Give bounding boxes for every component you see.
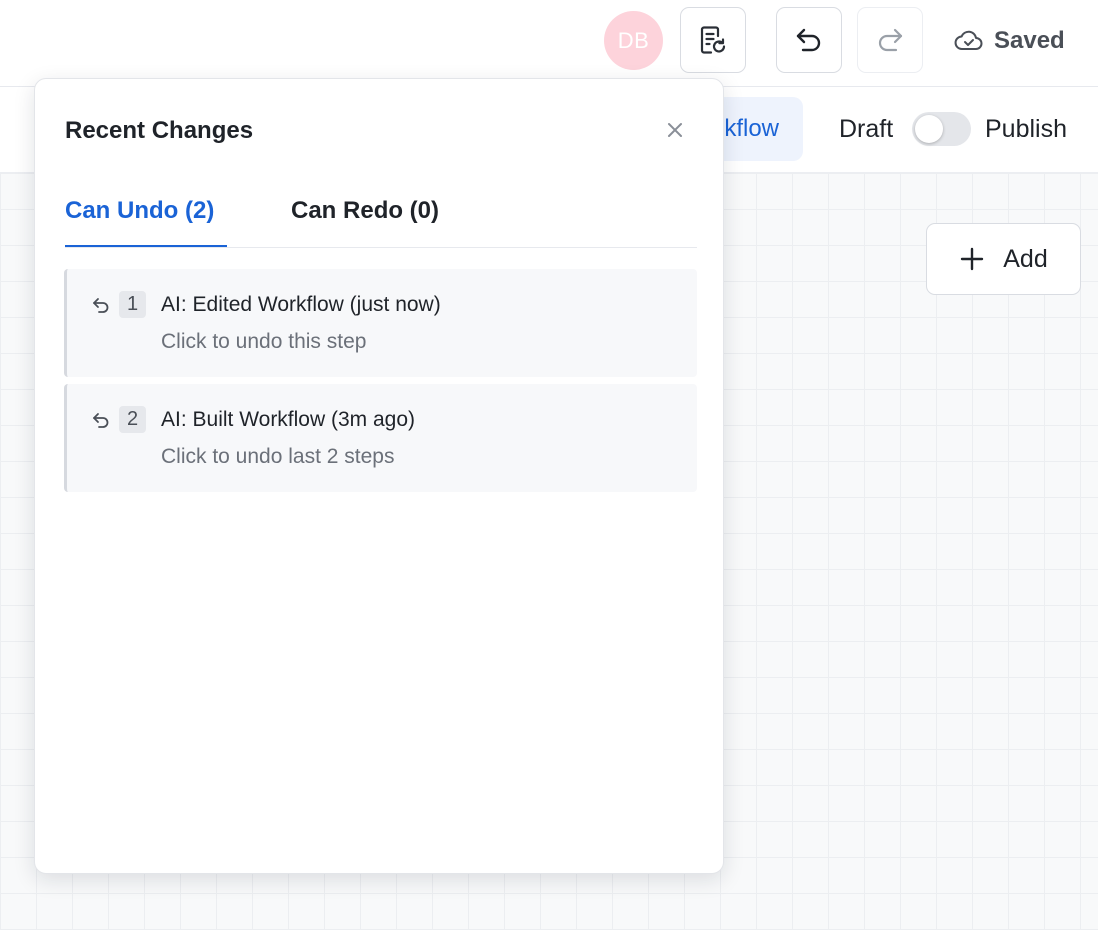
item-subtitle: Click to undo this step [161, 330, 367, 353]
undo-icon [796, 28, 821, 52]
item-title: AI: Built Workflow (3m ago) [161, 408, 416, 431]
redo-button[interactable] [857, 7, 923, 73]
draft-label: Draft [839, 115, 894, 143]
publish-toggle[interactable] [912, 112, 971, 146]
list-item[interactable]: 1 AI: Edited Workflow (just now) Click t… [64, 269, 697, 377]
undo-button[interactable] [776, 7, 842, 73]
avatar[interactable]: DB [604, 11, 663, 70]
active-tab-indicator [65, 245, 227, 247]
recent-changes-panel: Recent Changes Can Undo (2) Can Redo (0)… [34, 78, 724, 874]
close-icon [668, 123, 682, 137]
top-toolbar: DB Saved [0, 0, 1098, 87]
tab-can-redo[interactable]: Can Redo (0) [291, 197, 439, 225]
tab-workflow-label: kflow [724, 115, 779, 142]
changes-tabs: Can Undo (2) Can Redo (0) [65, 191, 697, 248]
add-button[interactable]: Add [926, 223, 1081, 295]
save-status: Saved [954, 24, 1065, 58]
close-button[interactable] [663, 118, 687, 142]
add-label: Add [1003, 244, 1048, 273]
list-item[interactable]: 2 AI: Built Workflow (3m ago) Click to u… [64, 384, 697, 492]
tab-can-undo[interactable]: Can Undo (2) [65, 197, 214, 225]
redo-icon [878, 28, 903, 52]
toggle-knob [915, 115, 943, 143]
plus-icon [961, 247, 984, 271]
item-title: AI: Edited Workflow (just now) [161, 293, 441, 316]
publish-label: Publish [985, 115, 1067, 143]
saved-label: Saved [994, 27, 1065, 54]
undo-small-icon [93, 413, 109, 428]
item-subtitle: Click to undo last 2 steps [161, 445, 395, 468]
file-history-icon [700, 26, 726, 54]
step-number-badge: 1 [119, 291, 146, 318]
undo-small-icon [93, 298, 109, 313]
cloud-check-icon [954, 30, 983, 51]
history-button[interactable] [680, 7, 746, 73]
step-number-badge: 2 [119, 406, 146, 433]
panel-title: Recent Changes [65, 117, 254, 144]
